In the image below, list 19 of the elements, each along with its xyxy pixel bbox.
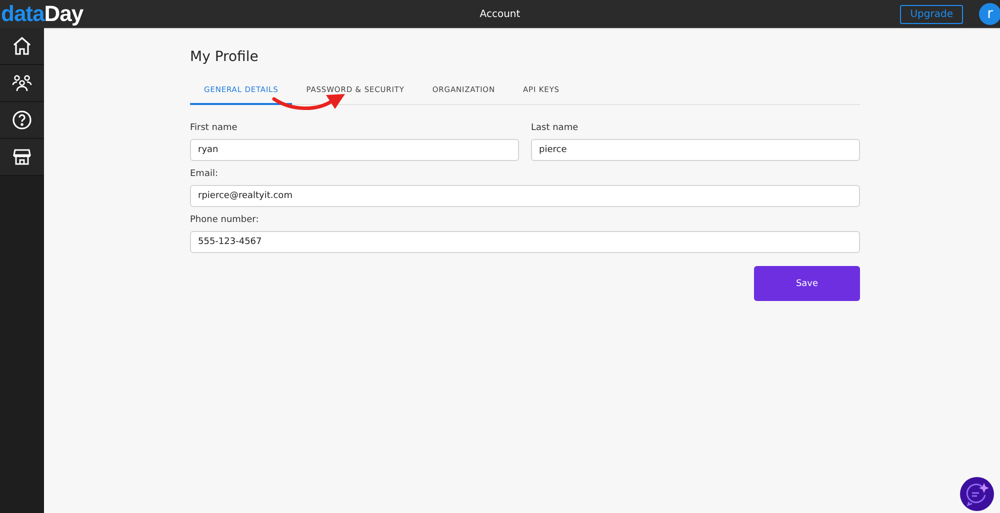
home-icon[interactable] xyxy=(12,36,32,56)
chat-icon[interactable] xyxy=(960,477,994,511)
store-icon[interactable] xyxy=(12,147,32,167)
input-field[interactable]: pierce xyxy=(531,139,860,161)
logo: dataDay xyxy=(1,0,84,28)
save-button[interactable]: Save xyxy=(754,266,860,301)
profile-heading: My Profile xyxy=(190,49,260,65)
upgrade-button[interactable]: Upgrade xyxy=(900,4,963,24)
user-avatar[interactable]: r xyxy=(979,3,1000,25)
field-label: Phone number: xyxy=(190,215,260,225)
people-icon[interactable] xyxy=(12,73,32,93)
help-icon[interactable] xyxy=(12,110,32,130)
field-label: Email: xyxy=(190,169,220,179)
input-field[interactable]: ryan xyxy=(190,139,519,161)
input-field[interactable]: rpierce@realtyit.com xyxy=(190,185,860,207)
field-label: First name xyxy=(190,123,238,133)
field-label: Last name xyxy=(531,123,580,133)
input-field[interactable]: 555-123-4567 xyxy=(190,231,860,253)
page-title: Account xyxy=(480,8,520,20)
